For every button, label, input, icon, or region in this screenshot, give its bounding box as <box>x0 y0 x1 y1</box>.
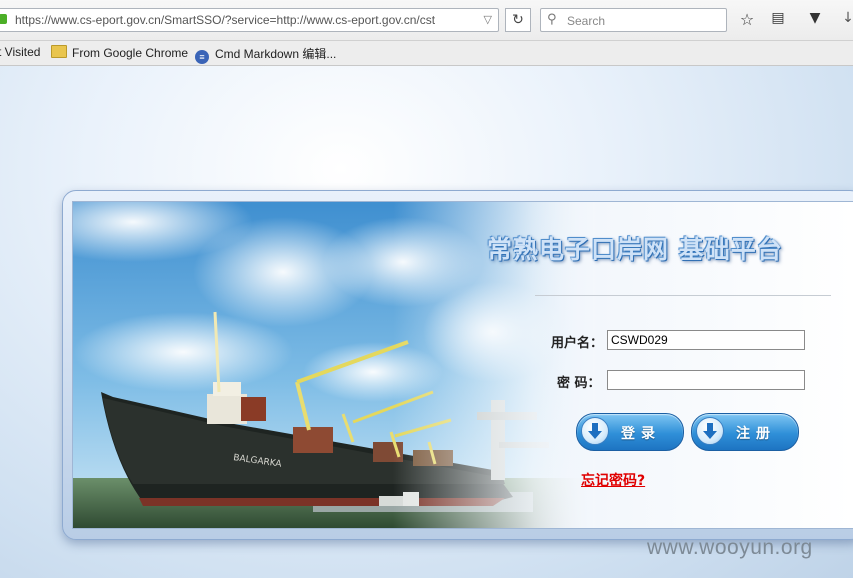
download-icon[interactable]: ↓ <box>838 10 853 26</box>
bookmark-from-google-chrome[interactable]: From Google Chrome <box>51 45 188 60</box>
arrow-down-icon <box>696 417 724 445</box>
bookmark-label: Cmd Markdown 编辑... <box>215 47 337 61</box>
search-icon: ⚲ <box>547 12 557 27</box>
login-frame: BALGARKA 常熟电子口岸网 基础平台 用户名： 密 码： 登录 注册 <box>62 190 853 540</box>
bookmark-label: From Google Chrome <box>72 46 189 60</box>
watermark: www.wooyun.org <box>647 536 813 559</box>
reload-button[interactable]: ↻ <box>505 8 531 32</box>
search-box[interactable]: ⚲ <box>540 8 727 32</box>
title-divider <box>535 295 831 296</box>
arrow-down-icon <box>581 417 609 445</box>
bookmark-cmd-markdown[interactable]: ≡ Cmd Markdown 编辑... <box>195 45 336 64</box>
page-background: BALGARKA 常熟电子口岸网 基础平台 用户名： 密 码： 登录 注册 <box>0 66 853 578</box>
forgot-password-link[interactable]: 忘记密码? <box>581 470 645 490</box>
star-icon[interactable]: ☆ <box>737 10 757 29</box>
register-button[interactable]: 注册 <box>691 413 799 451</box>
username-label: 用户名： <box>551 336 604 351</box>
search-input[interactable] <box>565 12 724 30</box>
folder-icon <box>51 45 67 58</box>
login-panel: BALGARKA 常熟电子口岸网 基础平台 用户名： 密 码： 登录 注册 <box>72 201 853 529</box>
login-button-label: 登录 <box>621 426 661 442</box>
username-input[interactable] <box>607 330 805 350</box>
reading-list-icon[interactable]: ▤ <box>768 10 788 26</box>
register-button-label: 注册 <box>736 426 776 442</box>
password-input[interactable] <box>607 370 805 390</box>
cmd-markdown-icon: ≡ <box>195 50 209 64</box>
login-button[interactable]: 登录 <box>576 413 684 451</box>
password-label: 密 码： <box>557 376 601 391</box>
lock-icon <box>0 14 7 24</box>
bookmark-most-visited[interactable]: t Visited <box>0 45 40 59</box>
address-bar[interactable]: https://www.cs-eport.gov.cn/SmartSSO/?se… <box>0 8 499 32</box>
url-text[interactable]: https://www.cs-eport.gov.cn/SmartSSO/?se… <box>15 13 477 27</box>
browser-toolbar: https://www.cs-eport.gov.cn/SmartSSO/?se… <box>0 0 853 41</box>
pocket-icon[interactable]: ▼ <box>805 10 825 26</box>
bookmarks-bar: t Visited From Google Chrome ≡ Cmd Markdo… <box>0 41 853 66</box>
site-title: 常熟电子口岸网 基础平台 <box>487 235 783 264</box>
chevron-down-icon[interactable]: ▽ <box>484 13 492 26</box>
